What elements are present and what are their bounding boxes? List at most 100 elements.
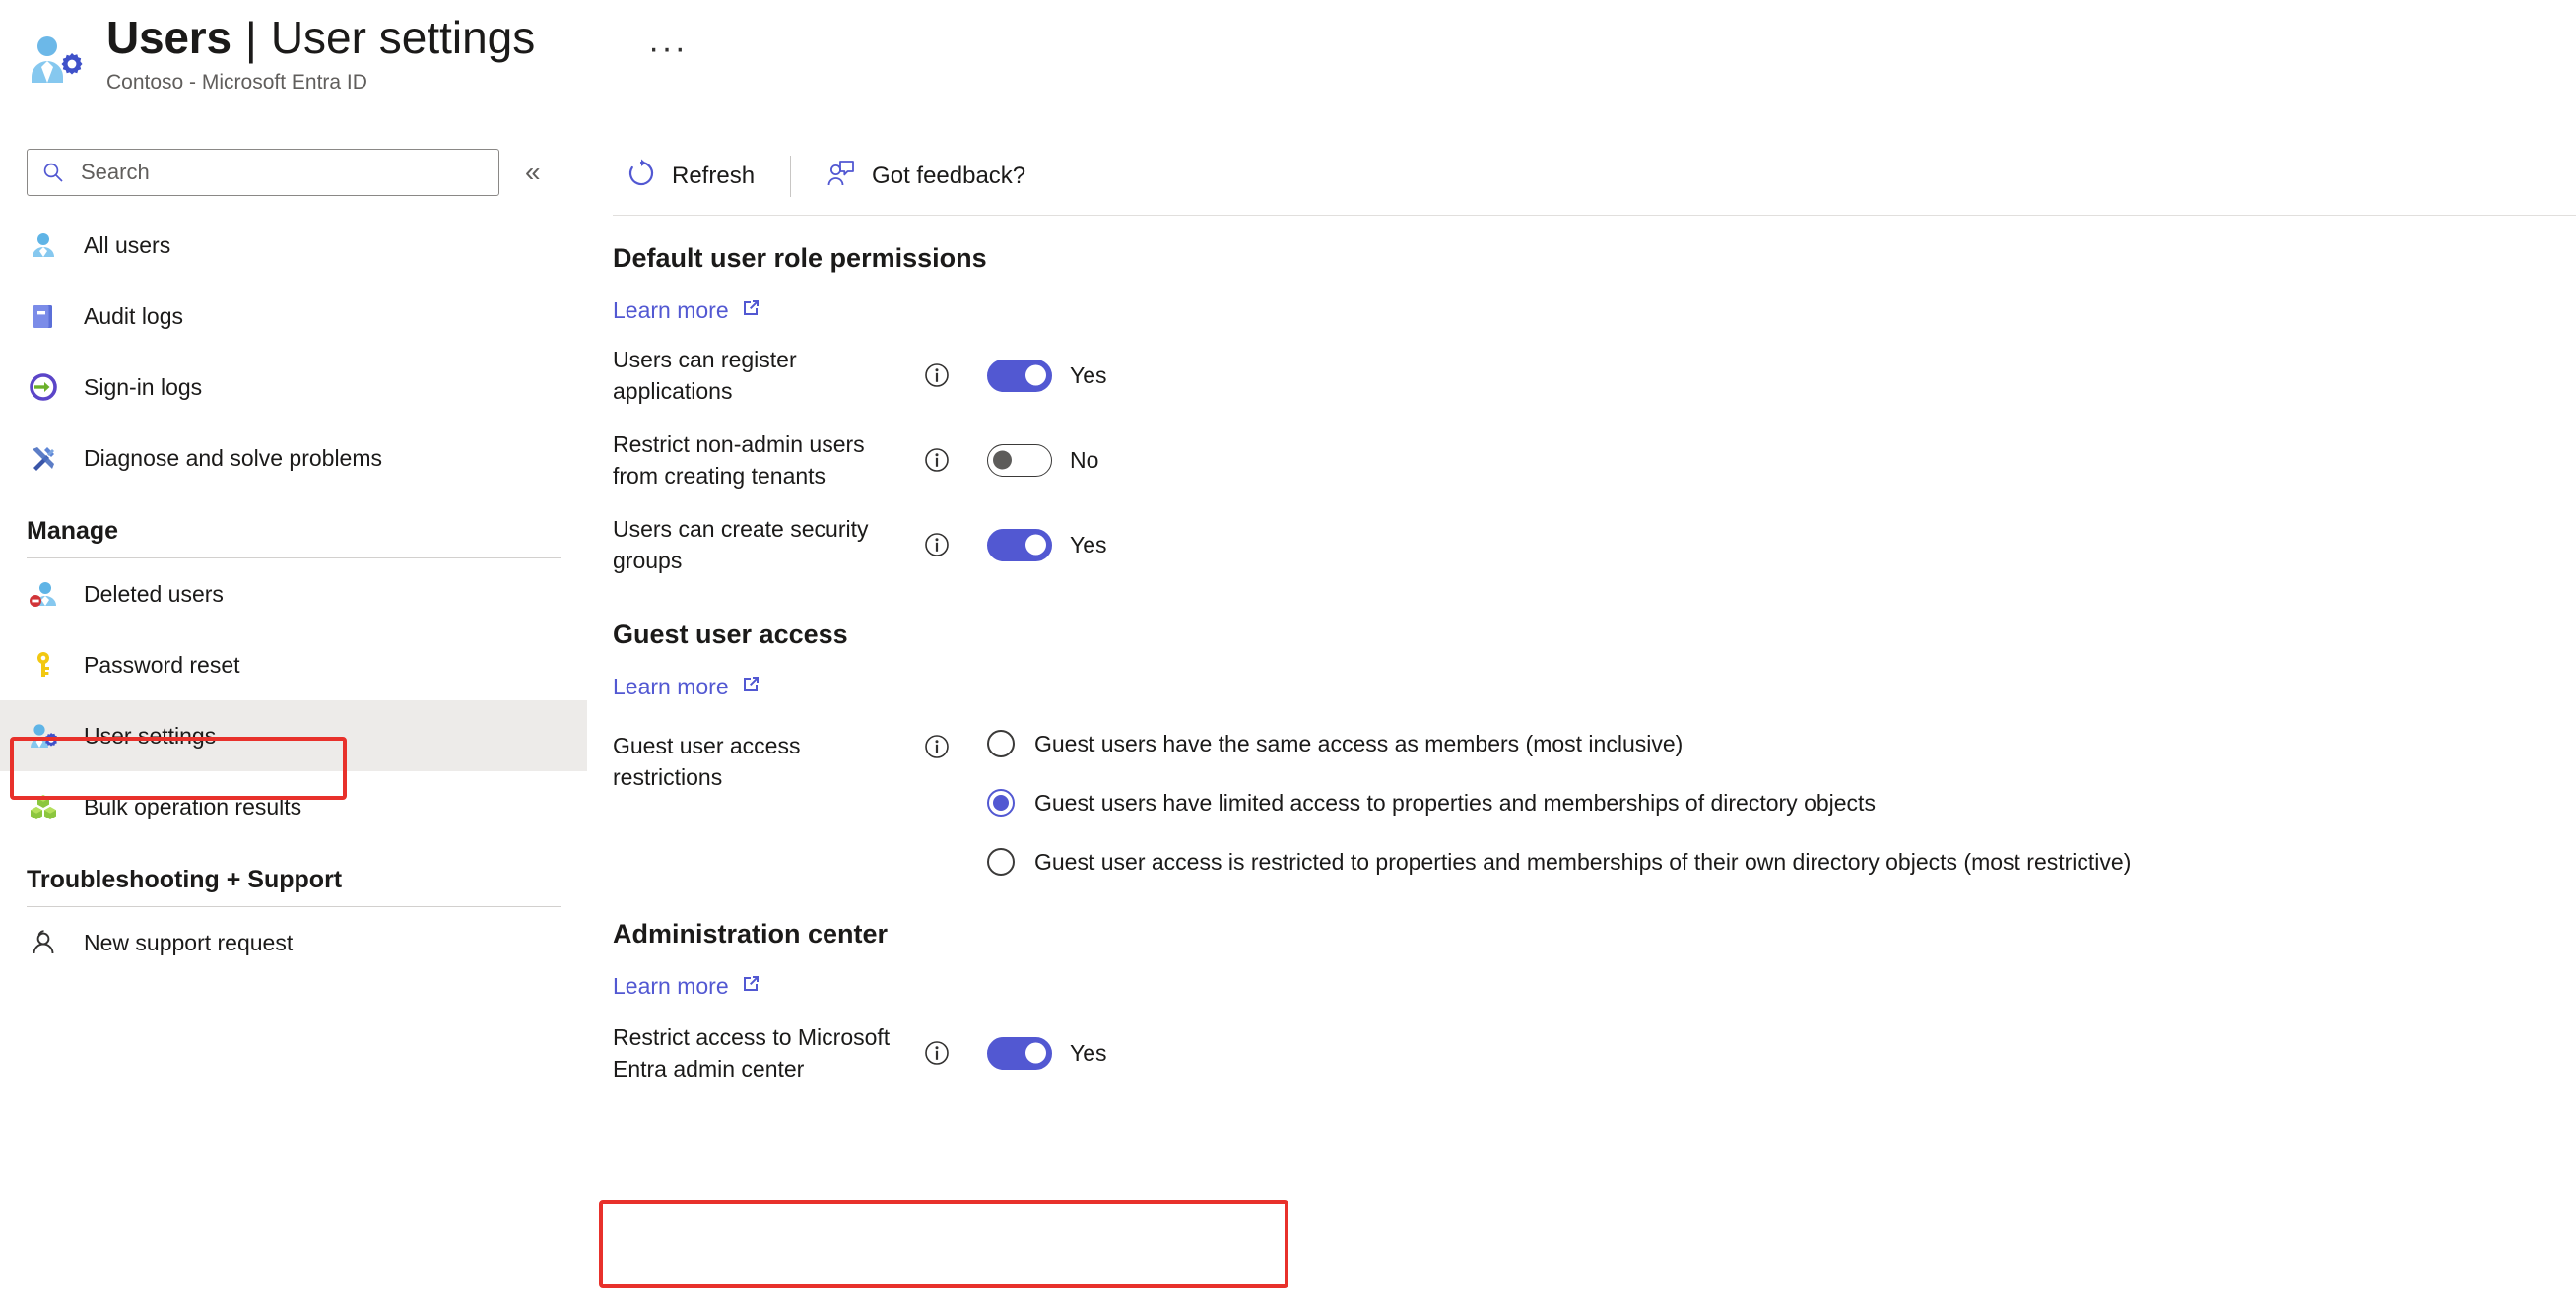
toggle-knob [993, 450, 1012, 470]
section-default-user-role-permissions: Default user role permissions Learn more [587, 216, 2576, 576]
refresh-button[interactable]: Refresh [613, 151, 768, 203]
toggle-knob [1025, 1042, 1046, 1064]
settings-content: Default user role permissions Learn more [587, 216, 2576, 1084]
external-link-icon [741, 297, 760, 324]
radio-button[interactable] [987, 848, 1015, 876]
command-bar: Refresh Got feedback? [587, 138, 2576, 215]
sidebar-item-label: Deleted users [84, 580, 224, 607]
sidebar: « All users [0, 138, 587, 1309]
sidebar-item-label: Bulk operation results [84, 793, 302, 819]
page-title-block: Users | User settings Contoso - Microsof… [106, 8, 535, 95]
sidebar-item-new-support-request[interactable]: New support request [0, 907, 587, 978]
got-feedback-button[interactable]: Got feedback? [813, 151, 1039, 203]
toggle-group: No [987, 443, 1099, 477]
section-title: Default user role permissions [613, 243, 987, 273]
external-link-icon [741, 973, 760, 1000]
sidebar-item-label: Sign-in logs [84, 373, 203, 400]
users-settings-icon [27, 719, 60, 753]
toggle-group: Yes [987, 528, 1107, 561]
setting-label: Users can create security groups [613, 516, 869, 573]
section-administration-center: Administration center Learn more Restric… [587, 876, 2576, 1084]
setting-label: Guest user access restrictions [613, 733, 801, 790]
toggle-knob [1025, 534, 1046, 556]
toggle-knob [1025, 364, 1046, 386]
toggle-restrict-access-to-entra-admin-center[interactable] [987, 1036, 1052, 1070]
toggle-users-can-register-applications[interactable] [987, 359, 1052, 392]
feedback-person-icon [826, 159, 856, 195]
page-title-sub: User settings [270, 12, 536, 63]
radio-option-limited-access[interactable]: Guest users have limited access to prope… [987, 789, 2131, 817]
setting-label: Users can register applications [613, 347, 797, 404]
learn-more-link-default-permissions[interactable]: Learn more [613, 297, 760, 324]
main-content: Refresh Got feedback? Default user role … [587, 138, 2576, 1309]
search-icon [41, 161, 65, 184]
search-input[interactable] [79, 159, 485, 186]
sidebar-item-password-reset[interactable]: Password reset [0, 629, 587, 700]
collapse-sidebar-button[interactable]: « [517, 153, 549, 192]
page-title: Users | User settings [106, 8, 535, 67]
learn-more-label: Learn more [613, 674, 729, 699]
sidebar-item-diagnose-and-solve-problems[interactable]: Diagnose and solve problems [0, 423, 587, 493]
sidebar-item-user-settings[interactable]: User settings [0, 700, 587, 771]
setting-users-can-create-security-groups: Users can create security groups Yes [587, 513, 2576, 576]
section-title: Guest user access [613, 620, 848, 649]
sidebar-item-label: Password reset [84, 651, 240, 678]
support-person-icon [27, 926, 60, 959]
toggle-state-label: Yes [1070, 531, 1107, 557]
info-icon[interactable] [922, 732, 952, 761]
info-icon[interactable] [922, 360, 952, 390]
search-box[interactable] [27, 149, 499, 196]
sign-in-icon [27, 370, 60, 404]
sidebar-item-label: Audit logs [84, 302, 184, 329]
sidebar-item-sign-in-logs[interactable]: Sign-in logs [0, 352, 587, 423]
page-header: Users | User settings Contoso - Microsof… [0, 0, 2576, 138]
info-icon[interactable] [922, 530, 952, 559]
page-subtitle: Contoso - Microsoft Entra ID [106, 71, 367, 94]
toggle-group: Yes [987, 359, 1107, 392]
page-title-main: Users [106, 12, 231, 63]
toggle-users-can-create-security-groups[interactable] [987, 528, 1052, 561]
info-icon[interactable] [922, 445, 952, 475]
radio-option-most-restrictive[interactable]: Guest user access is restricted to prope… [987, 848, 2131, 876]
section-guest-user-access: Guest user access Learn more Guest user … [587, 576, 2576, 876]
section-title: Administration center [613, 919, 889, 949]
refresh-icon [627, 159, 656, 195]
info-icon[interactable] [922, 1038, 952, 1068]
radio-label: Guest user access is restricted to prope… [1034, 848, 2132, 875]
sidebar-item-all-users[interactable]: All users [0, 210, 587, 281]
toggle-state-label: No [1070, 446, 1099, 473]
sidebar-search-row: « [27, 149, 549, 196]
feedback-label: Got feedback? [872, 163, 1026, 189]
sidebar-item-bulk-operation-results[interactable]: Bulk operation results [0, 771, 587, 842]
setting-restrict-access-to-microsoft-entra-admin-center: Restrict access to Microsoft Entra admin… [587, 1021, 2576, 1084]
sidebar-item-label: Diagnose and solve problems [84, 444, 383, 471]
toggle-restrict-non-admin-users-from-creating-tenants[interactable] [987, 443, 1052, 477]
toggle-state-label: Yes [1070, 361, 1107, 388]
users-settings-icon [26, 30, 87, 91]
learn-more-link-administration-center[interactable]: Learn more [613, 973, 760, 1000]
radio-option-same-access-as-members[interactable]: Guest users have the same access as memb… [987, 730, 2131, 757]
sidebar-item-deleted-users[interactable]: Deleted users [0, 558, 587, 629]
user-icon [27, 229, 60, 262]
book-icon [27, 299, 60, 333]
tools-icon [27, 441, 60, 475]
toggle-state-label: Yes [1070, 1039, 1107, 1066]
sidebar-group-title: Troubleshooting + Support [27, 866, 343, 893]
setting-users-can-register-applications: Users can register applications Yes [587, 344, 2576, 407]
setting-guest-user-access-restrictions: Guest user access restrictions Guest use… [587, 730, 2576, 876]
learn-more-link-guest-user-access[interactable]: Learn more [613, 674, 760, 700]
toggle-group: Yes [987, 1036, 1107, 1070]
sidebar-group-manage: Manage [0, 493, 587, 558]
page-title-separator: | [244, 13, 257, 64]
radio-label: Guest users have the same access as memb… [1034, 730, 1684, 756]
sidebar-nav: All users Audit logs Sign-in logs Diagno… [0, 210, 587, 978]
external-link-icon [741, 674, 760, 700]
sidebar-item-label: User settings [84, 722, 217, 749]
key-icon [27, 648, 60, 682]
radio-button[interactable] [987, 789, 1015, 817]
deleted-user-icon [27, 577, 60, 611]
more-options-button[interactable]: ··· [638, 28, 697, 69]
sidebar-group-troubleshooting: Troubleshooting + Support [0, 842, 587, 907]
radio-button[interactable] [987, 730, 1015, 757]
sidebar-item-audit-logs[interactable]: Audit logs [0, 281, 587, 352]
